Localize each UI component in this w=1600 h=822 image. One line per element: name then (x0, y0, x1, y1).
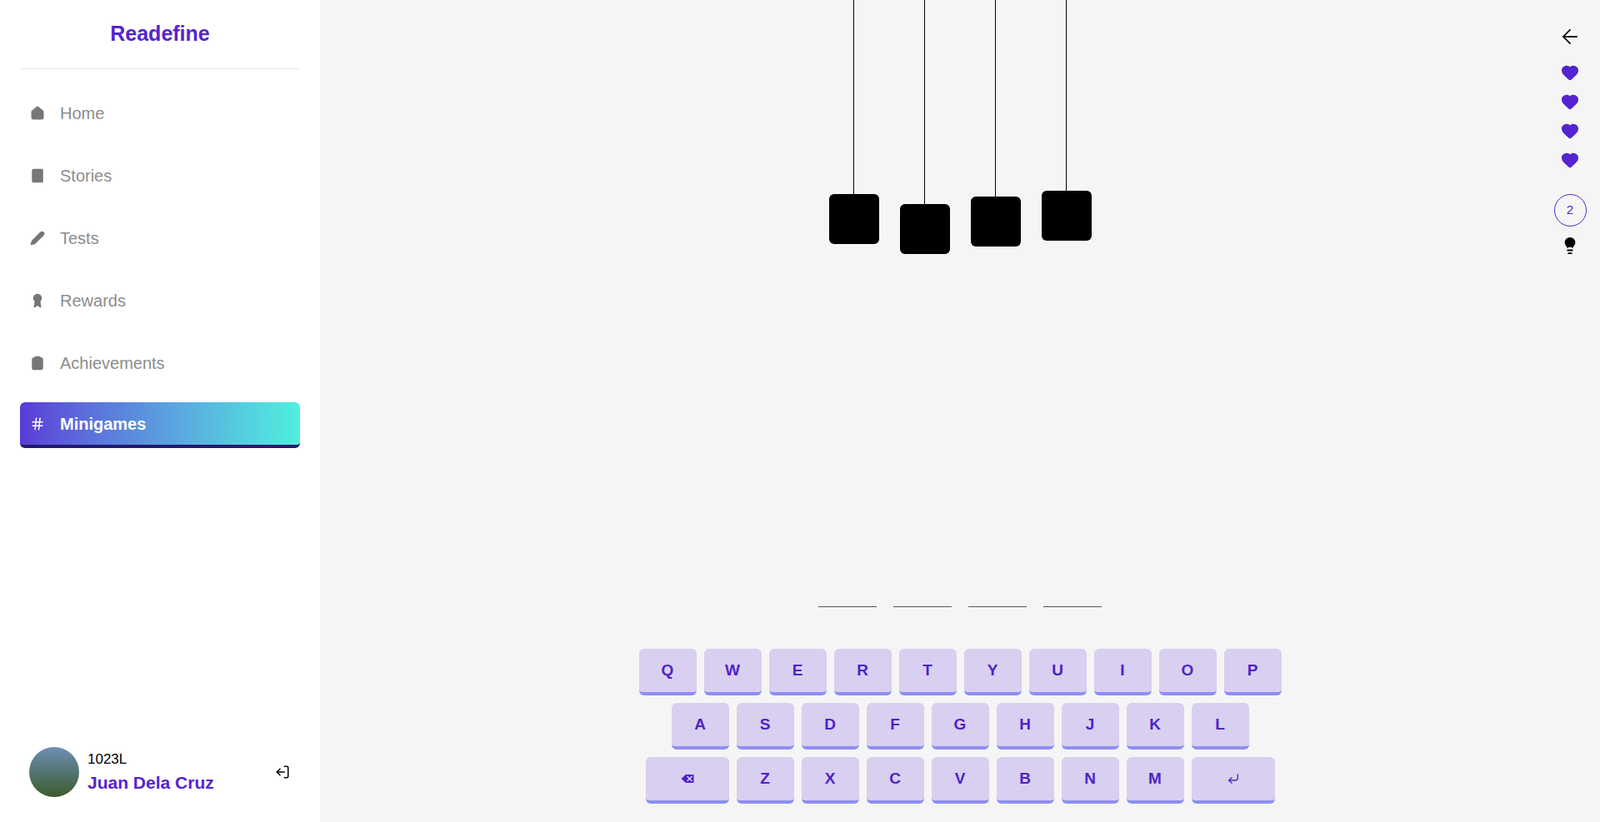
heart-icon (1560, 63, 1580, 82)
sidebar-item[interactable]: Stories (20, 152, 300, 199)
logout-button[interactable] (271, 761, 294, 784)
answer-blank (893, 584, 952, 608)
hanging-block (900, 0, 950, 255)
enter-key[interactable] (1191, 757, 1275, 805)
letter-key[interactable]: N (1061, 757, 1120, 805)
letter-key[interactable]: G (931, 703, 990, 750)
sidebar: Readefine Home Stories Tests Rewards Achievem… (0, 0, 320, 822)
heart-icon (1560, 121, 1580, 140)
keyboard: QWERTYUIOP ASDFGHJKL ZXCVBNM (639, 649, 1282, 822)
answer-blank (968, 584, 1027, 608)
backspace-icon (679, 770, 696, 788)
back-button[interactable] (1558, 25, 1582, 49)
keyboard-row: ZXCVBNM (645, 757, 1275, 805)
letter-key[interactable]: B (996, 757, 1055, 805)
letter-key[interactable]: H (996, 703, 1055, 750)
letter-key[interactable]: Z (736, 757, 795, 805)
game-area: QWERTYUIOP ASDFGHJKL ZXCVBNM 2 (320, 0, 1600, 822)
heart-icon (1560, 92, 1580, 111)
keyboard-row: QWERTYUIOP (639, 649, 1282, 696)
letter-key[interactable]: M (1126, 757, 1185, 805)
nav-icon (30, 105, 45, 121)
keyboard-row: ASDFGHJKL (671, 703, 1250, 750)
hint-count: 2 (1554, 194, 1587, 227)
sidebar-item[interactable]: Rewards (20, 277, 300, 324)
letter-key[interactable]: U (1029, 649, 1087, 696)
nav-icon (30, 168, 45, 184)
lives (1560, 63, 1580, 170)
back-arrow-icon (1558, 25, 1582, 49)
letter-key[interactable]: T (899, 649, 957, 696)
answer-blank (818, 584, 877, 608)
user-avatar[interactable] (29, 747, 80, 798)
letter-key[interactable]: K (1126, 703, 1185, 750)
hanging-block (1041, 0, 1092, 241)
letter-key[interactable]: D (801, 703, 860, 750)
letter-key[interactable]: P (1224, 649, 1282, 696)
nav-icon (30, 293, 45, 309)
letter-key[interactable]: X (801, 757, 860, 805)
letter-key[interactable]: Q (639, 649, 697, 696)
nav-icon (30, 416, 45, 432)
user-card: 1023LJuan Dela Cruz (20, 747, 300, 822)
letter-key[interactable]: A (671, 703, 730, 750)
answer-blanks (818, 584, 1102, 608)
game-controls: 2 (1525, 0, 1600, 822)
letter-key[interactable]: J (1061, 703, 1120, 750)
user-name: Juan Dela Cruz (87, 770, 264, 797)
letter-key[interactable]: E (769, 649, 827, 696)
nav-icon (30, 230, 45, 246)
hanging-blocks (829, 0, 1092, 255)
hanging-block (829, 0, 880, 245)
sidebar-item[interactable]: Achievements (20, 340, 300, 386)
logo[interactable]: Readefine (20, 0, 300, 70)
app: Readefine Home Stories Tests Rewards Achievem… (0, 0, 1600, 822)
letter-key[interactable]: W (704, 649, 762, 696)
letter-key[interactable]: Y (964, 649, 1022, 696)
logout-icon (275, 765, 290, 780)
letter-key[interactable]: S (736, 703, 795, 750)
letter-key[interactable]: I (1094, 649, 1152, 696)
hanging-block (970, 0, 1021, 247)
letter-key[interactable]: R (834, 649, 892, 696)
hint-button[interactable] (1560, 236, 1580, 255)
user-level: 1023L (87, 749, 264, 771)
sidebar-item[interactable]: Tests (20, 215, 300, 261)
letter-key[interactable]: F (866, 703, 925, 750)
backspace-key[interactable] (645, 757, 730, 805)
lightbulb-icon (1560, 236, 1580, 255)
letter-key[interactable]: V (931, 757, 990, 805)
letter-key[interactable]: C (866, 757, 925, 805)
enter-icon (1226, 772, 1240, 786)
letter-key[interactable]: L (1191, 703, 1250, 750)
sidebar-item[interactable]: Minigames (20, 402, 300, 449)
sidebar-item[interactable]: Home (20, 90, 300, 136)
sidebar-nav: Home Stories Tests Rewards Achievements Minig… (20, 69, 300, 449)
letter-key[interactable]: O (1159, 649, 1217, 696)
heart-icon (1560, 150, 1580, 170)
answer-blank (1043, 584, 1102, 608)
nav-icon (30, 355, 45, 371)
